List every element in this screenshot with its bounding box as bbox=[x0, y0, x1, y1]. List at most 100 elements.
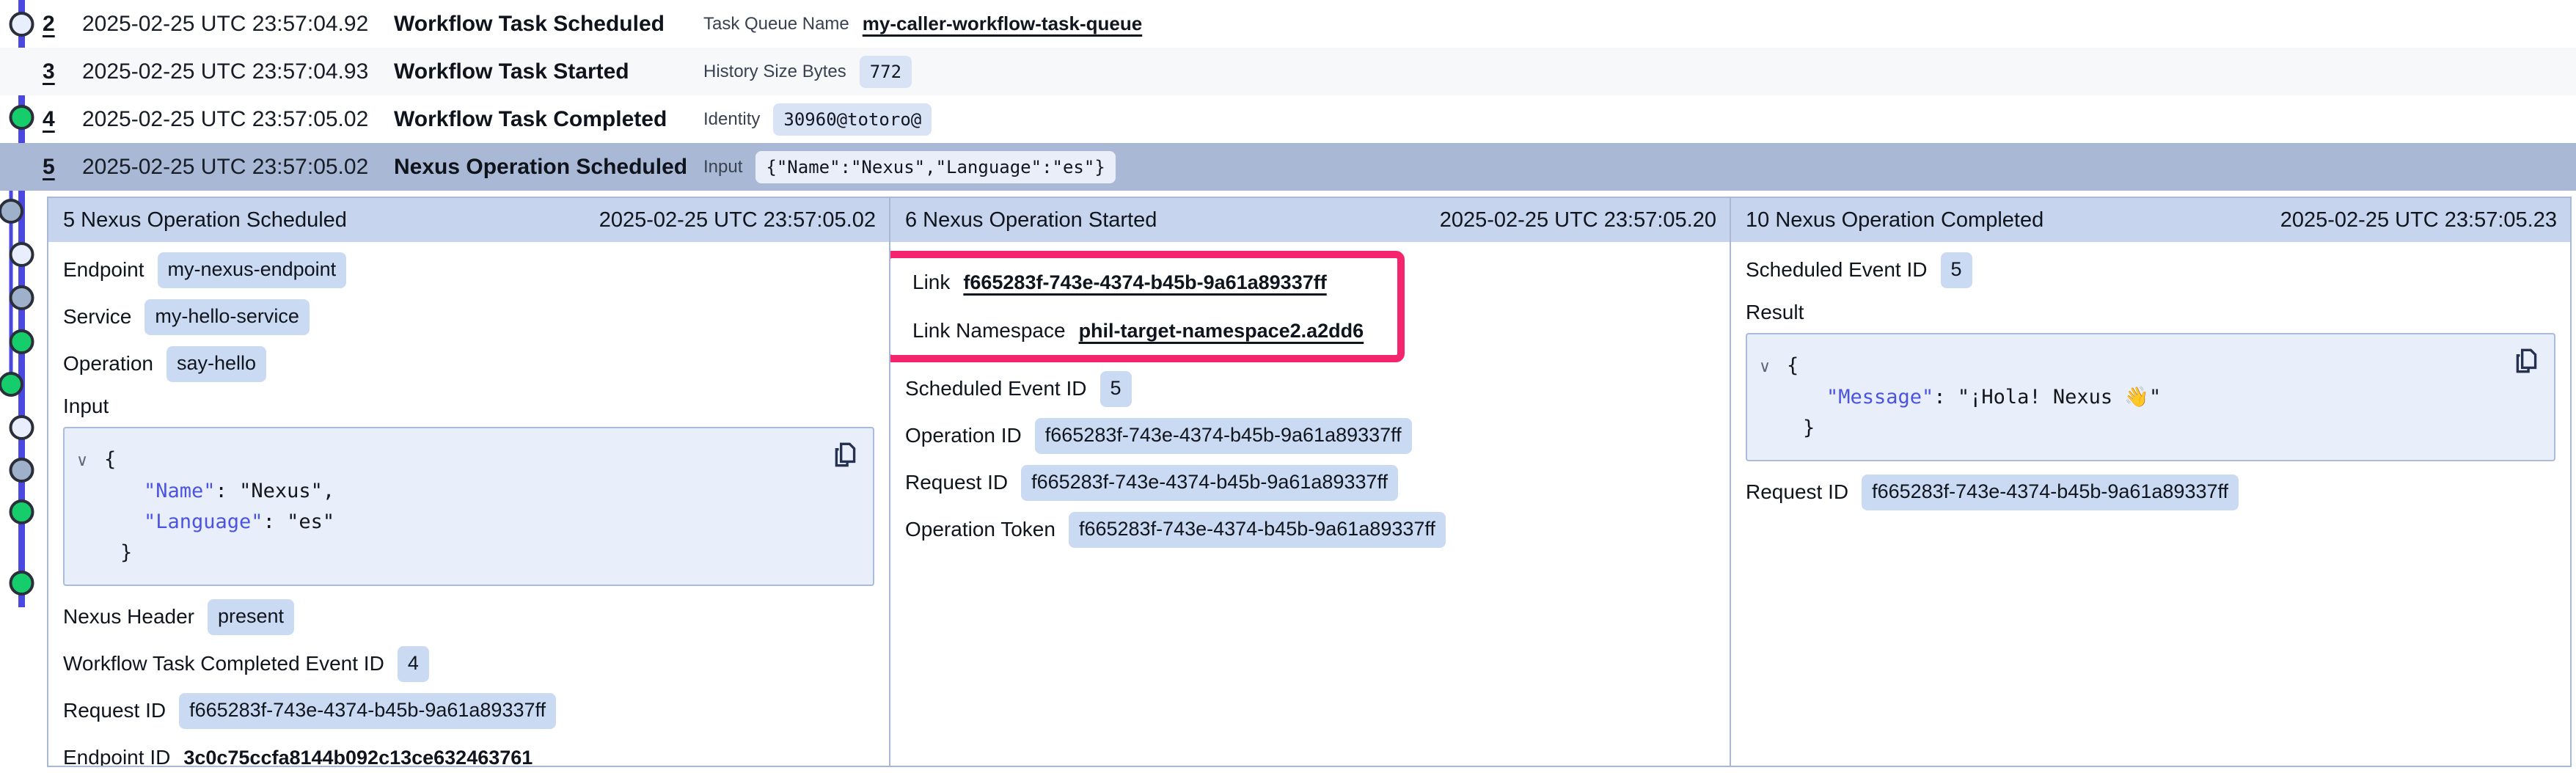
field-value-badge: f665283f-743e-4374-b45b-9a61a89337ff bbox=[1862, 475, 2239, 510]
event-id-link[interactable]: 3 bbox=[43, 59, 75, 84]
field-label: Service bbox=[63, 305, 131, 329]
json-value: "¡Hola! Nexus 👋" bbox=[1958, 386, 2161, 409]
event-id-link[interactable]: 4 bbox=[43, 107, 75, 132]
panel-header: 10 Nexus Operation Completed 2025-02-25 … bbox=[1731, 198, 2570, 242]
field-value-badge: 4 bbox=[398, 646, 429, 682]
field-value-badge: f665283f-743e-4374-b45b-9a61a89337ff bbox=[1035, 418, 1412, 454]
timeline-event-dot-started[interactable] bbox=[11, 459, 33, 481]
field-label: Scheduled Event ID bbox=[1746, 258, 1928, 282]
event-name: Workflow Task Scheduled bbox=[394, 12, 703, 37]
event-row-3[interactable]: 3 2025-02-25 UTC 23:57:04.93 Workflow Ta… bbox=[0, 48, 2576, 95]
json-line: "Language": "es" bbox=[76, 507, 822, 538]
field-endpoint: Endpoint my-nexus-endpoint bbox=[63, 246, 874, 293]
field-endpoint-id: Endpoint ID 3c0c75ccfa8144b092c13ce63246… bbox=[63, 734, 874, 766]
input-json-viewer: ∨{ "Name": "Nexus", "Language": "es" } bbox=[63, 427, 874, 586]
event-detail-panels: 5 Nexus Operation Scheduled 2025-02-25 U… bbox=[47, 197, 2572, 767]
event-attr-value-chip: {"Name":"Nexus","Language":"es"} bbox=[755, 151, 1115, 183]
field-label: Request ID bbox=[905, 471, 1008, 494]
timeline-event-dot-none[interactable] bbox=[11, 243, 33, 265]
timeline-event-dot-started[interactable] bbox=[11, 287, 33, 309]
panel-title: 5 Nexus Operation Scheduled bbox=[63, 208, 347, 232]
timeline-event-dot-started[interactable] bbox=[0, 200, 22, 222]
field-value-badge: f665283f-743e-4374-b45b-9a61a89337ff bbox=[1069, 512, 1446, 548]
panel-header: 6 Nexus Operation Started 2025-02-25 UTC… bbox=[890, 198, 1730, 242]
endpoint-id-link[interactable]: 3c0c75ccfa8144b092c13ce632463761 bbox=[183, 747, 533, 766]
field-link-namespace: Link Namespace phil-target-namespace2.a2… bbox=[912, 307, 1364, 355]
field-scheduled-event-id: Scheduled Event ID 5 bbox=[1746, 246, 2555, 293]
panel-header: 5 Nexus Operation Scheduled 2025-02-25 U… bbox=[48, 198, 889, 242]
field-request-id: Request ID f665283f-743e-4374-b45b-9a61a… bbox=[63, 687, 874, 734]
json-line: } bbox=[1759, 413, 2503, 444]
panel-timestamp: 2025-02-25 UTC 23:57:05.23 bbox=[2280, 208, 2557, 232]
field-label: Request ID bbox=[1746, 480, 1848, 504]
json-brace: } bbox=[120, 541, 132, 564]
event-row-5-selected[interactable]: 5 2025-02-25 UTC 23:57:05.02 Nexus Opera… bbox=[0, 143, 2576, 191]
field-value-badge: present bbox=[208, 599, 294, 635]
copy-icon[interactable] bbox=[832, 440, 860, 469]
panel-title: 10 Nexus Operation Completed bbox=[1746, 208, 2043, 232]
json-value: "es" bbox=[287, 510, 334, 533]
event-attr-label: History Size Bytes bbox=[703, 62, 846, 82]
panel-nexus-operation-completed: 10 Nexus Operation Completed 2025-02-25 … bbox=[1730, 198, 2570, 766]
task-queue-link[interactable]: my-caller-workflow-task-queue bbox=[863, 12, 1142, 35]
field-value-badge: f665283f-743e-4374-b45b-9a61a89337ff bbox=[1021, 465, 1398, 501]
field-scheduled-event-id: Scheduled Event ID 5 bbox=[905, 365, 1715, 412]
event-id-link[interactable]: 5 bbox=[43, 155, 75, 180]
panel-timestamp: 2025-02-25 UTC 23:57:05.20 bbox=[1440, 208, 1716, 232]
field-label: Endpoint ID bbox=[63, 746, 170, 766]
event-timestamp: 2025-02-25 UTC 23:57:05.02 bbox=[82, 155, 394, 180]
field-label: Operation bbox=[63, 352, 153, 375]
link-value-link[interactable]: f665283f-743e-4374-b45b-9a61a89337ff bbox=[963, 271, 1326, 294]
event-id-link[interactable]: 2 bbox=[43, 12, 75, 37]
field-operation: Operation say-hello bbox=[63, 340, 874, 387]
event-attr-label: Identity bbox=[703, 109, 760, 130]
panel-nexus-operation-started: 6 Nexus Operation Started 2025-02-25 UTC… bbox=[889, 198, 1730, 766]
event-attr-value-chip: 772 bbox=[860, 56, 912, 88]
event-name: Workflow Task Started bbox=[394, 59, 703, 84]
field-label: Scheduled Event ID bbox=[905, 377, 1087, 400]
timeline-event-dot-completed[interactable] bbox=[11, 331, 33, 353]
json-key: "Language" bbox=[144, 510, 263, 533]
field-service: Service my-hello-service bbox=[63, 293, 874, 340]
input-section-label: Input bbox=[63, 387, 874, 427]
timeline-event-dot-completed[interactable] bbox=[0, 373, 22, 395]
field-value-badge: 5 bbox=[1941, 252, 1972, 288]
link-namespace-link[interactable]: phil-target-namespace2.a2dd6 bbox=[1079, 320, 1364, 342]
field-label: Nexus Header bbox=[63, 605, 194, 629]
panel-title: 6 Nexus Operation Started bbox=[905, 208, 1157, 232]
field-label: Operation Token bbox=[905, 518, 1055, 541]
json-value: "Nexus", bbox=[239, 480, 334, 502]
result-json-viewer: ∨{ "Message": "¡Hola! Nexus 👋" } bbox=[1746, 333, 2555, 461]
chevron-down-icon[interactable]: ∨ bbox=[76, 445, 104, 476]
event-name: Workflow Task Completed bbox=[394, 107, 703, 132]
field-value-badge: my-nexus-endpoint bbox=[158, 252, 347, 288]
field-label: Link Namespace bbox=[912, 319, 1066, 342]
field-operation-token: Operation Token f665283f-743e-4374-b45b-… bbox=[905, 506, 1715, 553]
event-attr-value-chip: 30960@totoro@ bbox=[773, 103, 932, 136]
field-operation-id: Operation ID f665283f-743e-4374-b45b-9a6… bbox=[905, 412, 1715, 459]
field-workflow-task-completed-event-id: Workflow Task Completed Event ID 4 bbox=[63, 640, 874, 687]
event-row-2[interactable]: 2 2025-02-25 UTC 23:57:04.92 Workflow Ta… bbox=[0, 0, 2576, 48]
event-attr-label: Task Queue Name bbox=[703, 14, 849, 34]
panel-body: Link f665283f-743e-4374-b45b-9a61a89337f… bbox=[890, 242, 1730, 553]
field-value-badge: my-hello-service bbox=[144, 299, 310, 335]
json-line: ∨{ bbox=[1759, 351, 2503, 382]
field-label: Operation ID bbox=[905, 424, 1022, 447]
field-label: Request ID bbox=[63, 699, 166, 722]
timeline-event-dot-completed[interactable] bbox=[11, 501, 33, 523]
copy-icon[interactable] bbox=[2513, 346, 2541, 375]
field-value-badge: say-hello bbox=[167, 346, 266, 382]
event-timestamp: 2025-02-25 UTC 23:57:05.02 bbox=[82, 107, 394, 132]
panel-body: Scheduled Event ID 5 Result ∨{ "Message"… bbox=[1731, 242, 2570, 516]
event-name: Nexus Operation Scheduled bbox=[394, 155, 703, 180]
field-label: Link bbox=[912, 271, 950, 294]
json-brace: { bbox=[104, 448, 116, 471]
field-link: Link f665283f-743e-4374-b45b-9a61a89337f… bbox=[912, 258, 1364, 307]
event-row-4[interactable]: 4 2025-02-25 UTC 23:57:05.02 Workflow Ta… bbox=[0, 95, 2576, 143]
event-timestamp: 2025-02-25 UTC 23:57:04.93 bbox=[82, 59, 394, 84]
event-attr-label: Input bbox=[703, 157, 742, 177]
chevron-down-icon[interactable]: ∨ bbox=[1759, 351, 1787, 382]
timeline-event-dot-none[interactable] bbox=[11, 417, 33, 439]
field-request-id: Request ID f665283f-743e-4374-b45b-9a61a… bbox=[905, 459, 1715, 506]
timeline-event-dot-completed[interactable] bbox=[11, 572, 33, 594]
